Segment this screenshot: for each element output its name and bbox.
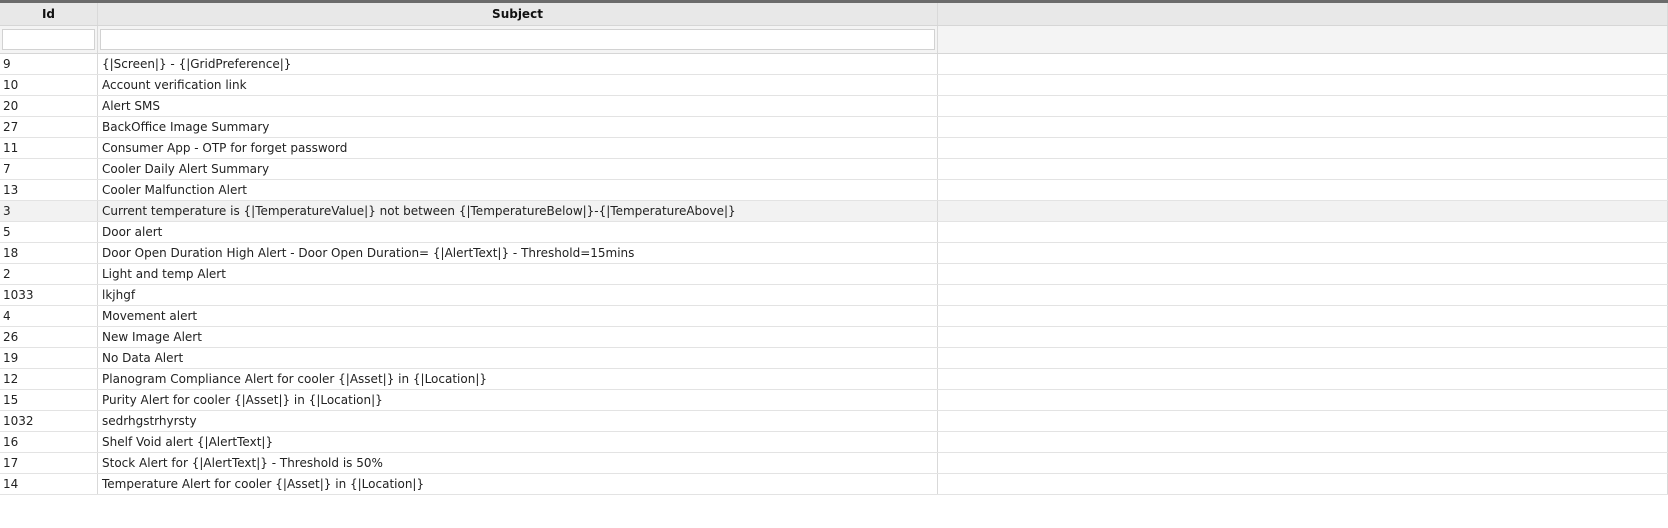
table-row[interactable]: 2 Light and temp Alert — [0, 264, 1668, 285]
table-row[interactable]: 14 Temperature Alert for cooler {|Asset|}… — [0, 474, 1668, 495]
cell-filler — [938, 285, 1668, 305]
cell-filler — [938, 117, 1668, 137]
cell-subject: {|Screen|} - {|GridPreference|} — [98, 54, 938, 74]
cell-subject: Cooler Daily Alert Summary — [98, 159, 938, 179]
cell-filler — [938, 54, 1668, 74]
table-row[interactable]: 1032 sedrhgstrhyrsty — [0, 411, 1668, 432]
cell-id: 27 — [0, 117, 98, 137]
table-row[interactable]: 26 New Image Alert — [0, 327, 1668, 348]
table-row[interactable]: 3 Current temperature is {|TemperatureVal… — [0, 201, 1668, 222]
table-row[interactable]: 5 Door alert — [0, 222, 1668, 243]
cell-filler — [938, 75, 1668, 95]
cell-filler — [938, 96, 1668, 116]
cell-subject: lkjhgf — [98, 285, 938, 305]
filter-row — [0, 26, 1668, 54]
table-row[interactable]: 9 {|Screen|} - {|GridPreference|} — [0, 54, 1668, 75]
cell-filler — [938, 243, 1668, 263]
cell-id: 11 — [0, 138, 98, 158]
table-row[interactable]: 19 No Data Alert — [0, 348, 1668, 369]
cell-filler — [938, 327, 1668, 347]
filter-cell-filler — [938, 26, 1668, 53]
cell-filler — [938, 474, 1668, 494]
cell-filler — [938, 201, 1668, 221]
cell-filler — [938, 432, 1668, 452]
table-row[interactable]: 16 Shelf Void alert {|AlertText|} — [0, 432, 1668, 453]
table-row[interactable]: 17 Stock Alert for {|AlertText|} - Thresh… — [0, 453, 1668, 474]
cell-filler — [938, 453, 1668, 473]
cell-subject: Current temperature is {|TemperatureValu… — [98, 201, 938, 221]
cell-subject: Light and temp Alert — [98, 264, 938, 284]
cell-filler — [938, 222, 1668, 242]
cell-subject: Cooler Malfunction Alert — [98, 180, 938, 200]
cell-id: 26 — [0, 327, 98, 347]
cell-id: 1033 — [0, 285, 98, 305]
data-grid: Id Subject 9 {|Screen|} - {|GridPreferenc… — [0, 3, 1668, 495]
filter-cell-id — [0, 26, 98, 53]
cell-id: 12 — [0, 369, 98, 389]
table-row[interactable]: 20 Alert SMS — [0, 96, 1668, 117]
cell-id: 4 — [0, 306, 98, 326]
table-row[interactable]: 15 Purity Alert for cooler {|Asset|} in {… — [0, 390, 1668, 411]
table-row[interactable]: 13 Cooler Malfunction Alert — [0, 180, 1668, 201]
cell-subject: Door alert — [98, 222, 938, 242]
cell-id: 19 — [0, 348, 98, 368]
table-row[interactable]: 11 Consumer App - OTP for forget password — [0, 138, 1668, 159]
cell-subject: BackOffice Image Summary — [98, 117, 938, 137]
cell-id: 16 — [0, 432, 98, 452]
table-row[interactable]: 1033 lkjhgf — [0, 285, 1668, 306]
cell-id: 5 — [0, 222, 98, 242]
cell-subject: sedrhgstrhyrsty — [98, 411, 938, 431]
table-row[interactable]: 18 Door Open Duration High Alert - Door O… — [0, 243, 1668, 264]
filter-cell-subject — [98, 26, 938, 53]
cell-subject: New Image Alert — [98, 327, 938, 347]
table-row[interactable]: 10 Account verification link — [0, 75, 1668, 96]
table-row[interactable]: 12 Planogram Compliance Alert for cooler … — [0, 369, 1668, 390]
cell-subject: Movement alert — [98, 306, 938, 326]
subject-filter-input[interactable] — [100, 28, 935, 50]
cell-subject: Account verification link — [98, 75, 938, 95]
cell-subject: No Data Alert — [98, 348, 938, 368]
cell-id: 13 — [0, 180, 98, 200]
cell-id: 17 — [0, 453, 98, 473]
table-row[interactable]: 27 BackOffice Image Summary — [0, 117, 1668, 138]
cell-id: 20 — [0, 96, 98, 116]
cell-filler — [938, 369, 1668, 389]
cell-filler — [938, 411, 1668, 431]
cell-filler — [938, 306, 1668, 326]
cell-id: 15 — [0, 390, 98, 410]
cell-id: 9 — [0, 54, 98, 74]
column-header-filler — [938, 3, 1668, 25]
cell-subject: Consumer App - OTP for forget password — [98, 138, 938, 158]
cell-filler — [938, 138, 1668, 158]
cell-filler — [938, 180, 1668, 200]
cell-filler — [938, 264, 1668, 284]
column-header-id[interactable]: Id — [0, 3, 98, 25]
cell-filler — [938, 390, 1668, 410]
cell-subject: Purity Alert for cooler {|Asset|} in {|L… — [98, 390, 938, 410]
cell-filler — [938, 348, 1668, 368]
cell-id: 10 — [0, 75, 98, 95]
cell-id: 3 — [0, 201, 98, 221]
cell-id: 7 — [0, 159, 98, 179]
cell-id: 2 — [0, 264, 98, 284]
cell-subject: Door Open Duration High Alert - Door Ope… — [98, 243, 938, 263]
grid-body: 9 {|Screen|} - {|GridPreference|} 10 Accoun… — [0, 54, 1668, 495]
cell-subject: Stock Alert for {|AlertText|} - Threshol… — [98, 453, 938, 473]
cell-subject: Planogram Compliance Alert for cooler {|… — [98, 369, 938, 389]
cell-id: 14 — [0, 474, 98, 494]
grid-header: Id Subject — [0, 3, 1668, 26]
id-filter-input[interactable] — [2, 28, 95, 50]
table-row[interactable]: 4 Movement alert — [0, 306, 1668, 327]
cell-filler — [938, 159, 1668, 179]
cell-id: 1032 — [0, 411, 98, 431]
cell-subject: Shelf Void alert {|AlertText|} — [98, 432, 938, 452]
table-row[interactable]: 7 Cooler Daily Alert Summary — [0, 159, 1668, 180]
cell-subject: Temperature Alert for cooler {|Asset|} i… — [98, 474, 938, 494]
cell-subject: Alert SMS — [98, 96, 938, 116]
cell-id: 18 — [0, 243, 98, 263]
column-header-subject[interactable]: Subject — [98, 3, 938, 25]
